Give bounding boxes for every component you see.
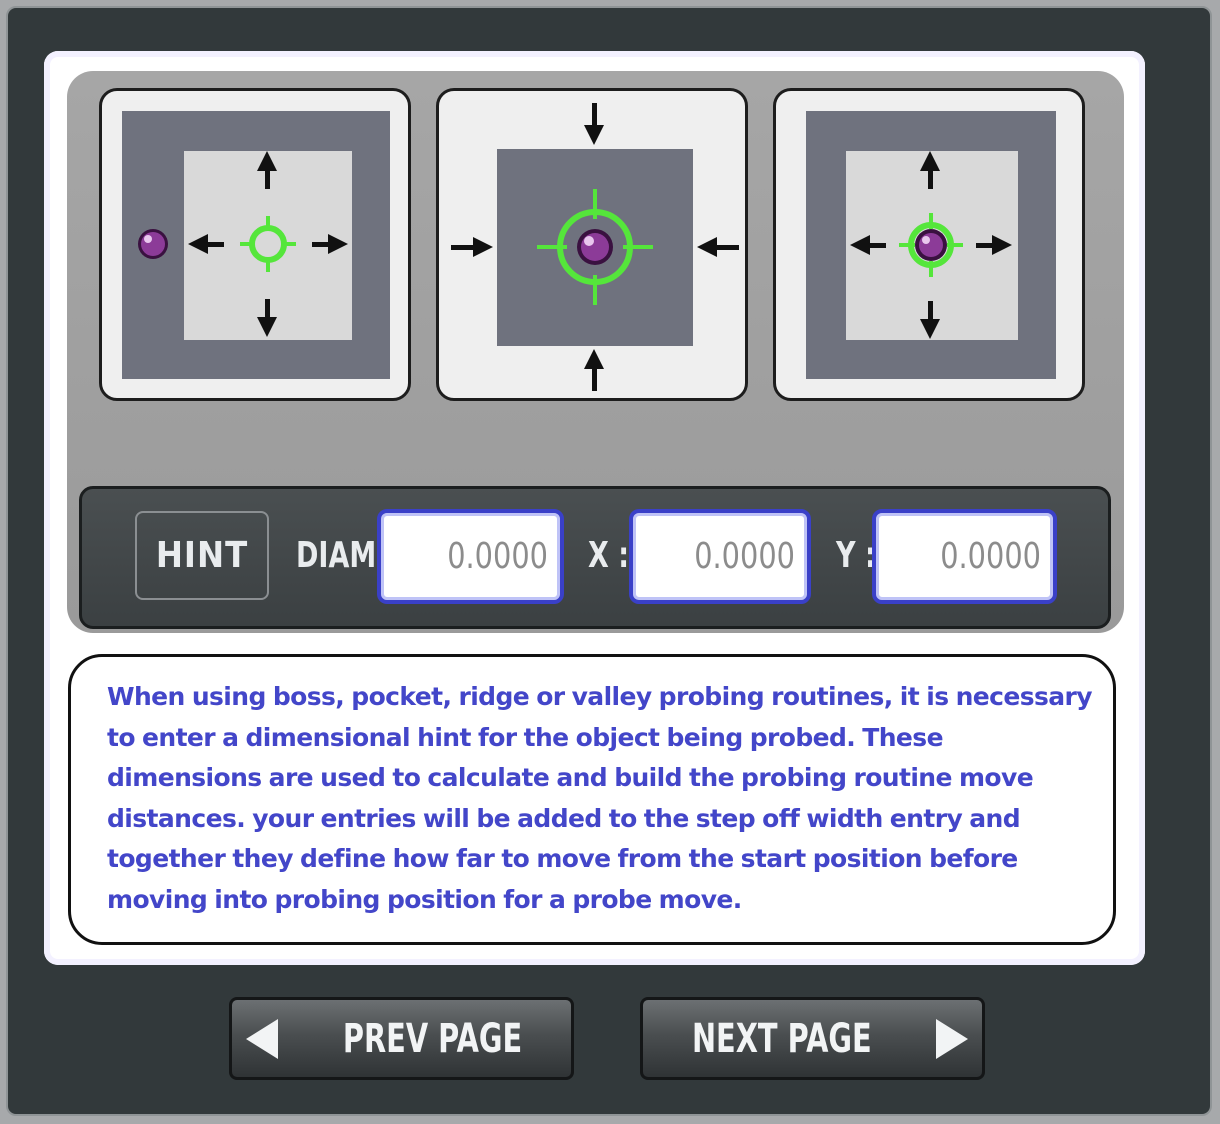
next-page-button[interactable]: NEXT PAGE xyxy=(640,997,985,1080)
prev-page-label: PREV PAGE xyxy=(342,1015,523,1062)
arrow-right-icon xyxy=(936,1018,969,1059)
y-label: Y : xyxy=(836,535,876,576)
hint-button[interactable]: HINT xyxy=(135,511,269,600)
info-text: When using boss, pocket, ridge or valley… xyxy=(107,682,1093,914)
y-input[interactable]: 0.0000 xyxy=(872,509,1057,604)
x-label: X : xyxy=(588,535,630,576)
diam-input[interactable]: 0.0000 xyxy=(377,509,564,604)
inside-corner-probe-illustration xyxy=(773,88,1085,401)
boss-probe-illustration xyxy=(99,88,411,401)
info-text-box: When using boss, pocket, ridge or valley… xyxy=(68,654,1116,945)
probe-ball-icon xyxy=(915,229,947,261)
x-input[interactable]: 0.0000 xyxy=(629,509,811,604)
arrow-left-icon xyxy=(245,1018,278,1059)
next-page-label: NEXT PAGE xyxy=(691,1015,872,1062)
probe-ball-icon xyxy=(577,229,613,265)
diam-label: DIAM: xyxy=(296,535,388,576)
probe-ball-icon xyxy=(138,229,168,259)
prev-page-button[interactable]: PREV PAGE xyxy=(229,997,574,1080)
pocket-probe-illustration xyxy=(436,88,748,401)
